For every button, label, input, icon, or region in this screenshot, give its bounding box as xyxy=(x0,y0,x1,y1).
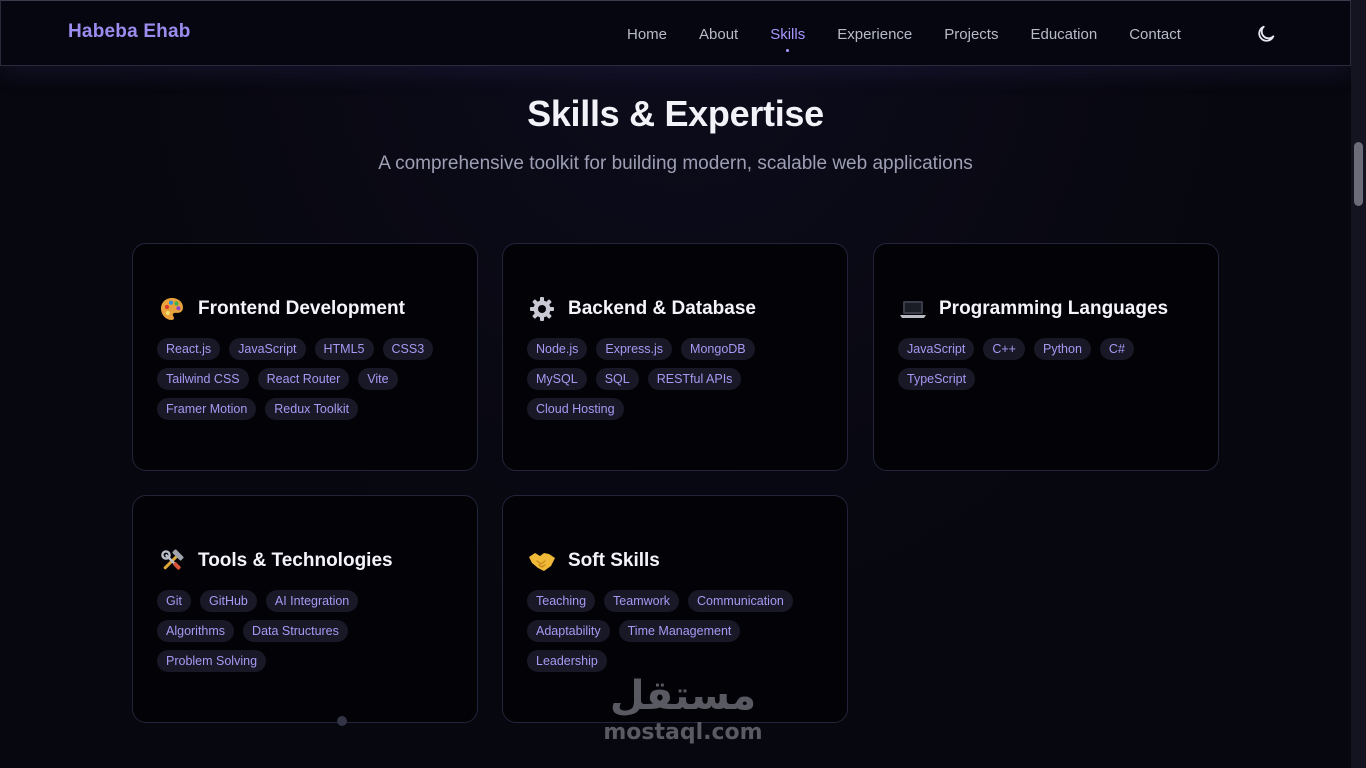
nav-item-skills[interactable]: Skills xyxy=(770,25,806,52)
gear-icon xyxy=(527,294,557,324)
skill-chips: Git GitHub AI Integration Algorithms Dat… xyxy=(157,590,453,680)
watermark-latin: mostaql.com xyxy=(603,720,763,745)
skill-chip: Vite xyxy=(358,368,398,390)
watermark-arabic: مستقل xyxy=(609,673,757,719)
skill-chip: Leadership xyxy=(527,650,607,672)
skill-chip: Framer Motion xyxy=(157,398,257,420)
moon-icon xyxy=(1258,25,1275,42)
skill-chip: JavaScript xyxy=(898,338,975,360)
skill-chip: MySQL xyxy=(527,368,587,390)
card-header: Frontend Development xyxy=(157,294,453,324)
nav-item-education[interactable]: Education xyxy=(1030,26,1097,43)
skill-chip: Data Structures xyxy=(243,620,348,642)
nav-item-projects[interactable]: Projects xyxy=(944,26,998,43)
brand-logo[interactable]: Habeba Ehab xyxy=(68,21,191,43)
nav-item-experience[interactable]: Experience xyxy=(837,26,912,43)
skill-card-tools: Tools & Technologies Git GitHub AI Integ… xyxy=(132,495,478,723)
skill-chip: RESTful APIs xyxy=(647,368,742,390)
skill-chip: Time Management xyxy=(618,620,741,642)
section-title: Skills & Expertise xyxy=(527,93,824,134)
section-subtitle: A comprehensive toolkit for building mod… xyxy=(378,153,973,174)
nav-links: Home About Skills Experience Projects Ed… xyxy=(611,1,1197,67)
skill-chip: Tailwind CSS xyxy=(157,368,249,390)
skill-chips: JavaScript C++ Python C# TypeScript xyxy=(898,338,1194,398)
card-header: Programming Languages xyxy=(898,294,1194,324)
palette-icon xyxy=(157,294,187,324)
skill-chip: Cloud Hosting xyxy=(527,398,624,420)
skill-chip: Teamwork xyxy=(604,590,680,612)
card-title: Frontend Development xyxy=(198,298,405,319)
skill-chip: GitHub xyxy=(199,590,257,612)
nav-item-about[interactable]: About xyxy=(699,26,738,43)
skill-chip: Express.js xyxy=(596,338,673,360)
skill-chip: React Router xyxy=(257,368,350,390)
card-title: Tools & Technologies xyxy=(198,550,393,571)
card-header: Tools & Technologies xyxy=(157,546,453,576)
skill-chip: AI Integration xyxy=(265,590,359,612)
nav-item-contact[interactable]: Contact xyxy=(1129,26,1181,43)
skill-chip: Git xyxy=(157,590,191,612)
skill-chip: Teaching xyxy=(527,590,596,612)
watermark: مستقل mostaql.com xyxy=(598,672,768,746)
skill-chip: Problem Solving xyxy=(157,650,267,672)
skill-chip: Redux Toolkit xyxy=(265,398,359,420)
skill-chip: CSS3 xyxy=(382,338,434,360)
nav-item-home[interactable]: Home xyxy=(627,26,667,43)
skill-chip: SQL xyxy=(595,368,639,390)
skill-card-frontend: Frontend Development React.js JavaScript… xyxy=(132,243,478,471)
decorative-dot xyxy=(337,716,347,726)
skill-chips: Node.js Express.js MongoDB MySQL SQL RES… xyxy=(527,338,823,428)
scrollbar-thumb[interactable] xyxy=(1354,142,1363,206)
theme-toggle-button[interactable] xyxy=(1255,23,1277,45)
scrollbar-track[interactable] xyxy=(1351,0,1366,768)
skill-chip: MongoDB xyxy=(681,338,755,360)
skill-card-languages: Programming Languages JavaScript C++ Pyt… xyxy=(873,243,1219,471)
skill-chip: C++ xyxy=(983,338,1025,360)
handshake-icon xyxy=(527,546,557,576)
navbar: Habeba Ehab Home About Skills Experience… xyxy=(0,0,1351,66)
skill-chip: TypeScript xyxy=(898,368,976,390)
nav-item-skills-label: Skills xyxy=(770,25,806,43)
skill-chip: C# xyxy=(1099,338,1134,360)
card-header: Backend & Database xyxy=(527,294,823,324)
skill-chip: JavaScript xyxy=(229,338,306,360)
skill-chips: Teaching Teamwork Communication Adaptabi… xyxy=(527,590,823,680)
card-header: Soft Skills xyxy=(527,546,823,576)
skill-chip: HTML5 xyxy=(314,338,374,360)
card-title: Soft Skills xyxy=(568,550,660,571)
skill-chip: Node.js xyxy=(527,338,588,360)
card-title: Programming Languages xyxy=(939,298,1169,319)
skill-chip: Python xyxy=(1034,338,1091,360)
skill-chip: Communication xyxy=(688,590,793,612)
tools-icon xyxy=(157,546,187,576)
skill-chip: Algorithms xyxy=(157,620,235,642)
active-indicator xyxy=(786,48,790,52)
skill-card-backend: Backend & Database Node.js Express.js Mo… xyxy=(502,243,848,471)
skill-chip: React.js xyxy=(157,338,221,360)
skill-chips: React.js JavaScript HTML5 CSS3 Tailwind … xyxy=(157,338,453,428)
laptop-icon xyxy=(898,294,928,324)
skill-chip: Adaptability xyxy=(527,620,610,642)
card-title: Backend & Database xyxy=(568,298,756,319)
page: Habeba Ehab Home About Skills Experience… xyxy=(0,0,1366,768)
